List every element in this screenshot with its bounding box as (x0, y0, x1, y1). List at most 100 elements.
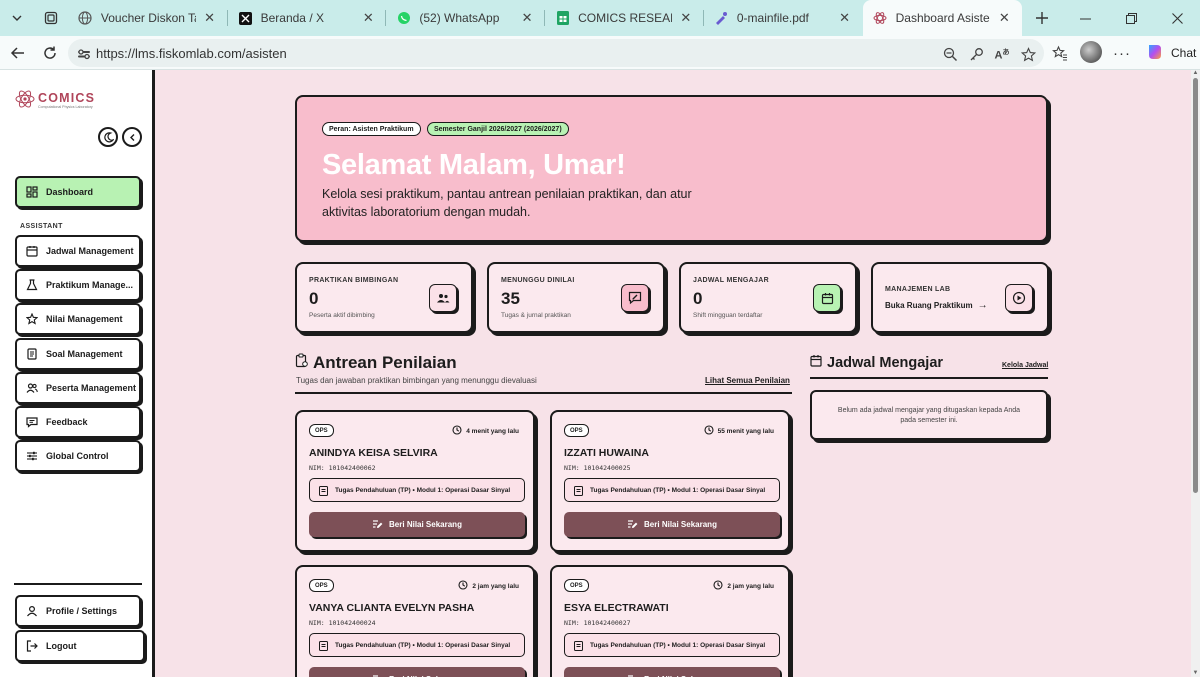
welcome-banner: Peran: Asisten Praktikum Semester Ganjil… (295, 95, 1048, 242)
grading-card: OPS 2 jam yang lalu VANYA CLIANTA EVELYN… (295, 565, 535, 677)
arrow-right-icon: → (977, 300, 988, 311)
submission-time: 4 menit yang lalu (452, 425, 519, 437)
chat-label[interactable]: Chat (1171, 46, 1196, 60)
page-scrollbar[interactable]: ▲ ▼ (1191, 70, 1200, 677)
minimize-button[interactable] (1062, 0, 1108, 36)
whatsapp-icon (396, 11, 411, 26)
stat-value: 35 (501, 289, 520, 308)
student-name: VANYA CLIANTA EVELYN PASHA (309, 602, 475, 614)
sidebar-item-praktikum[interactable]: Praktikum Manage... (15, 269, 141, 301)
browser-tab[interactable]: 0-mainfile.pdf ✕ (704, 0, 863, 36)
student-nim: NIM: 101042400024 (309, 619, 376, 627)
grading-card: OPS 4 menit yang lalu ANINDYA KEISA SELV… (295, 410, 535, 552)
greeting-title: Selamat Malam, Umar! (322, 149, 626, 181)
star-icon[interactable] (1018, 44, 1038, 64)
open-lab-link[interactable]: Buka Ruang Praktikum → (885, 300, 988, 311)
restore-button[interactable] (1108, 0, 1154, 36)
key-icon[interactable] (966, 44, 986, 64)
tab-close-icon[interactable]: ✕ (837, 10, 853, 26)
logout-icon (25, 640, 38, 653)
task-info: Tugas Pendahuluan (TP) • Modul 1: Operas… (564, 478, 780, 502)
calendar-icon (813, 284, 841, 312)
sidebar-item-profile[interactable]: Profile / Settings (15, 595, 141, 627)
sidebar-item-label: Nilai Management (46, 314, 123, 324)
copilot-icon[interactable] (1144, 42, 1166, 62)
sidebar: COMICS Computational Physics Laboratory … (0, 70, 155, 677)
grading-card: OPS 55 menit yang lalu IZZATI HUWAINA NI… (550, 410, 790, 552)
stat-card-menunggu[interactable]: MENUNGGU DINILAI 35 Tugas & jurnal prakt… (487, 262, 665, 333)
grade-now-button[interactable]: Beri Nilai Sekarang (309, 512, 525, 537)
submission-time: 55 menit yang lalu (704, 425, 774, 437)
stat-value: 0 (693, 289, 703, 308)
clock-icon (452, 425, 462, 437)
comics-logo: COMICS Computational Physics Laboratory (14, 86, 114, 112)
grade-now-button[interactable]: Beri Nilai Sekarang (564, 667, 780, 677)
browser-tab[interactable]: Beranda / X ✕ (228, 0, 387, 36)
scroll-up-icon[interactable]: ▲ (1192, 70, 1199, 77)
grade-now-button[interactable]: Beri Nilai Sekarang (309, 667, 525, 677)
new-tab-button[interactable] (1022, 0, 1062, 36)
edit-icon (627, 674, 638, 677)
schedule-divider (810, 377, 1048, 379)
semester-chip: Semester Ganjil 2026/2027 (2026/2027) (427, 122, 569, 136)
clipboard-icon (295, 353, 308, 373)
avatar[interactable] (1080, 41, 1102, 63)
scroll-down-icon[interactable]: ▼ (1192, 670, 1199, 677)
site-info-icon[interactable] (74, 43, 94, 63)
edit-icon (372, 519, 383, 531)
stat-card-lab[interactable]: MANAJEMEN LAB Buka Ruang Praktikum → (871, 262, 1049, 333)
stat-card-praktikan[interactable]: PRAKTIKAN BIMBINGAN 0 Peserta aktif dibi… (295, 262, 473, 333)
browser-tab[interactable]: (52) WhatsApp ✕ (386, 0, 546, 36)
scrollbar-thumb[interactable] (1193, 78, 1198, 493)
address-bar[interactable]: https://lms.fiskomlab.com/asisten Aあ (68, 39, 1044, 67)
refresh-button[interactable] (34, 37, 66, 69)
sidebar-item-nilai[interactable]: Nilai Management (15, 303, 141, 335)
tab-close-icon[interactable]: ✕ (519, 10, 535, 26)
sidebar-item-dashboard[interactable]: Dashboard (15, 176, 141, 208)
task-icon (574, 640, 583, 651)
favorites-icon[interactable] (1050, 43, 1070, 63)
logout-button[interactable]: Logout (15, 630, 145, 662)
course-tag: OPS (564, 579, 589, 592)
tab-close-icon[interactable]: ✕ (202, 10, 218, 26)
browser-tab[interactable]: Voucher Diskon Tanpa ✕ (68, 0, 228, 36)
tab-close-icon[interactable]: ✕ (678, 10, 694, 26)
tab-actions-button[interactable] (0, 0, 34, 36)
sidebar-item-label: Profile / Settings (46, 606, 118, 616)
clock-icon (704, 425, 714, 437)
profile-icon (25, 605, 38, 618)
sidebar-item-feedback[interactable]: Feedback (15, 406, 141, 438)
sidebar-item-global-control[interactable]: Global Control (15, 440, 141, 472)
zoom-icon[interactable] (940, 44, 960, 64)
queue-section-title: Antrean Penilaian (295, 353, 457, 373)
close-window-button[interactable] (1154, 0, 1200, 36)
svg-text:Computational Physics Laborato: Computational Physics Laboratory (38, 105, 93, 109)
document-icon (25, 348, 38, 361)
sidebar-item-soal[interactable]: Soal Management (15, 338, 141, 370)
grade-now-button[interactable]: Beri Nilai Sekarang (564, 512, 780, 537)
manage-schedule-link[interactable]: Kelola Jadwal (1002, 362, 1048, 369)
users-icon (25, 382, 38, 395)
sidebar-item-jadwal[interactable]: Jadwal Management (15, 235, 141, 267)
view-all-grading-link[interactable]: Lihat Semua Penilaian (705, 376, 790, 385)
chat-icon (25, 416, 38, 429)
browser-tab[interactable]: COMICS RESEARCH.ex ✕ (545, 0, 704, 36)
theme-toggle-button[interactable] (98, 127, 118, 147)
more-icon[interactable]: ··· (1112, 43, 1132, 63)
submission-time: 2 jam yang lalu (458, 580, 519, 592)
queue-subtitle: Tugas dan jawaban praktikan bimbingan ya… (296, 376, 537, 385)
collapse-sidebar-button[interactable] (122, 127, 142, 147)
sidebar-section-label: ASSISTANT (20, 223, 63, 230)
edit-icon (627, 519, 638, 531)
workspaces-button[interactable] (34, 0, 68, 36)
stat-card-jadwal[interactable]: JADWAL MENGAJAR 0 Shift mingguan terdaft… (679, 262, 857, 333)
browser-tab-active[interactable]: Dashboard Asisten - LI ✕ (862, 0, 1023, 36)
tab-close-icon[interactable]: ✕ (360, 10, 376, 26)
back-button[interactable] (2, 37, 34, 69)
student-nim: NIM: 101042400062 (309, 464, 376, 472)
url-text: https://lms.fiskomlab.com/asisten (96, 45, 287, 61)
tab-close-icon[interactable]: ✕ (996, 10, 1012, 26)
tab-title: COMICS RESEARCH.ex (578, 11, 672, 25)
sidebar-item-peserta[interactable]: Peserta Management (15, 372, 141, 404)
translate-icon[interactable]: Aあ (992, 44, 1012, 64)
